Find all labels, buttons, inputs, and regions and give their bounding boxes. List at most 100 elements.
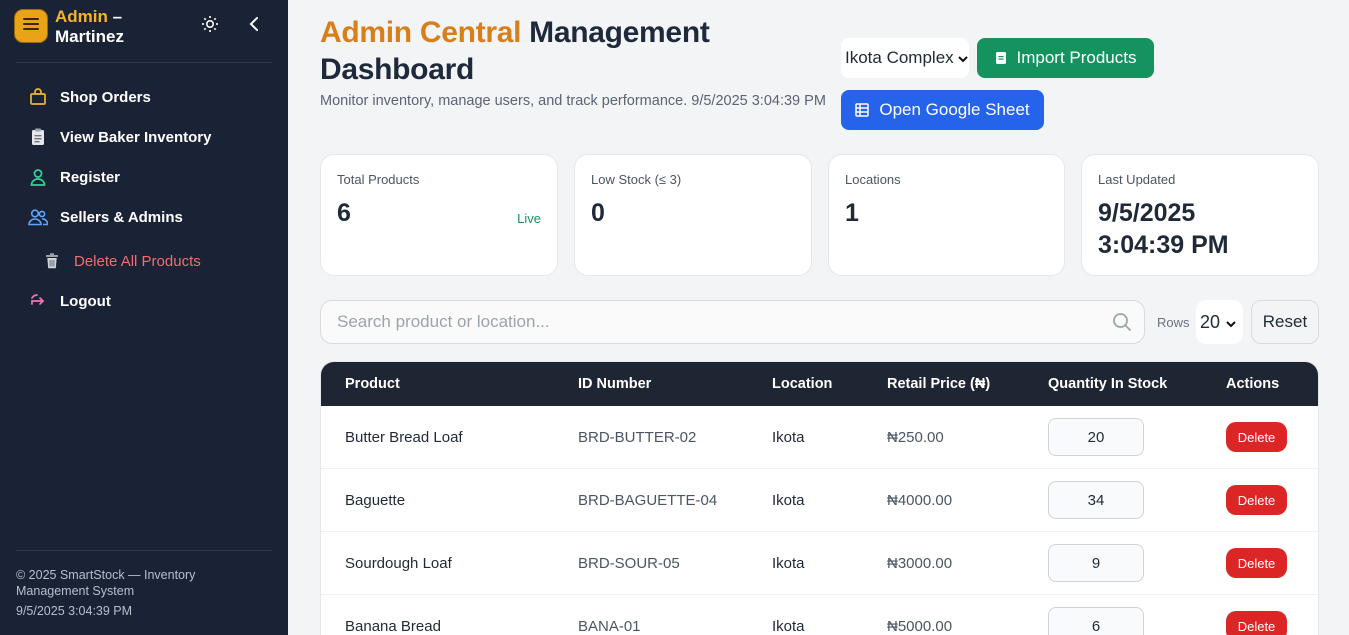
- cell-product: Butter Bread Loaf: [345, 428, 463, 446]
- open-google-sheet-label: Open Google Sheet: [879, 100, 1030, 119]
- search-input[interactable]: [337, 301, 1097, 343]
- column-header-id-number[interactable]: ID Number: [578, 362, 651, 406]
- products-table: Product ID Number Location Retail Price …: [320, 361, 1319, 635]
- collapse-sidebar-button[interactable]: [243, 15, 265, 37]
- sidebar: Admin – Martinez Shop Orders View Baker …: [0, 0, 288, 635]
- chevron-left-icon: [248, 16, 260, 37]
- sidebar-item-label: Delete All Products: [74, 252, 201, 270]
- cell-id-number: BRD-SOUR-05: [578, 554, 680, 572]
- sidebar-item-label: Shop Orders: [60, 88, 151, 106]
- sidebar-item-shop-orders[interactable]: Shop Orders: [28, 85, 151, 109]
- rows-label: Rows: [1157, 315, 1190, 330]
- table-row: Butter Bread Loaf BRD-BUTTER-02 Ikota ₦2…: [321, 406, 1318, 469]
- live-badge: Live: [517, 211, 541, 226]
- brand-name: Admin: [55, 7, 108, 26]
- brand-title: Admin – Martinez: [55, 7, 124, 47]
- cell-price: ₦250.00: [887, 428, 944, 446]
- delete-button[interactable]: Delete: [1226, 548, 1287, 578]
- sidebar-item-sellers-admins[interactable]: Sellers & Admins: [28, 205, 183, 229]
- copyright-text: © 2025 SmartStock — Inventory Management…: [16, 568, 196, 598]
- stat-card-last-updated: Last Updated 9/5/2025 3:04:39 PM: [1081, 154, 1319, 276]
- rows-per-page-value: 20: [1200, 311, 1221, 332]
- stat-card-low-stock: Low Stock (≤ 3) 0: [574, 154, 812, 276]
- cell-price: ₦3000.00: [887, 554, 953, 572]
- sidebar-item-label: Sellers & Admins: [60, 208, 183, 226]
- page-title: Admin Central Management Dashboard: [320, 14, 820, 88]
- column-header-quantity[interactable]: Quantity In Stock: [1048, 362, 1167, 406]
- location-select[interactable]: Ikota Complex: [841, 38, 969, 78]
- cell-id-number: BANA-01: [578, 617, 641, 635]
- chevron-down-icon: [1226, 312, 1236, 333]
- sidebar-divider: [16, 62, 272, 63]
- table-row: Sourdough Loaf BRD-SOUR-05 Ikota ₦3000.0…: [321, 532, 1318, 595]
- cell-product: Banana Bread: [345, 617, 441, 635]
- table-row: Banana Bread BANA-01 Ikota ₦5000.00 6 De…: [321, 595, 1318, 635]
- open-google-sheet-button[interactable]: Open Google Sheet: [841, 90, 1044, 130]
- trash-icon: [42, 251, 62, 271]
- delete-button[interactable]: Delete: [1226, 422, 1287, 452]
- sidebar-item-register[interactable]: Register: [28, 165, 120, 189]
- stat-label: Low Stock (≤ 3): [591, 172, 682, 187]
- brand-dash: –: [107, 7, 123, 26]
- stat-value: 1: [845, 199, 859, 227]
- stat-card-total-products: Total Products 6 Live: [320, 154, 558, 276]
- footer-timestamp: 9/5/2025 3:04:39 PM: [16, 604, 133, 618]
- theme-toggle-button[interactable]: [198, 15, 222, 37]
- cell-location: Ikota: [772, 617, 805, 635]
- cell-id-number: BRD-BUTTER-02: [578, 428, 697, 446]
- last-updated-date: 9/5/2025: [1098, 199, 1196, 227]
- cell-location: Ikota: [772, 554, 805, 572]
- cell-price: ₦5000.00: [887, 617, 953, 635]
- sidebar-item-delete-all-products[interactable]: Delete All Products: [42, 249, 201, 273]
- stat-label: Last Updated: [1098, 172, 1176, 187]
- stat-card-locations: Locations 1: [828, 154, 1065, 276]
- page-subtitle: Monitor inventory, manage users, and tra…: [320, 93, 826, 109]
- column-header-actions: Actions: [1226, 376, 1280, 392]
- brand-user: Martinez: [55, 27, 124, 46]
- column-header-retail-price[interactable]: Retail Price (₦): [887, 362, 990, 406]
- spreadsheet-icon: [855, 103, 870, 117]
- logout-icon: [28, 291, 48, 311]
- clipboard-icon: [28, 127, 48, 147]
- hamburger-icon: [23, 17, 39, 35]
- sidebar-header: Admin – Martinez: [0, 0, 288, 62]
- stat-label: Locations: [845, 172, 901, 187]
- file-icon: [995, 51, 1007, 65]
- sidebar-item-baker-inventory[interactable]: View Baker Inventory: [28, 125, 211, 149]
- cell-price: ₦4000.00: [887, 491, 953, 509]
- location-select-value: Ikota Complex: [845, 48, 954, 67]
- quantity-input[interactable]: 34: [1048, 481, 1144, 519]
- rows-per-page-select[interactable]: 20: [1196, 300, 1243, 344]
- chevron-down-icon: [957, 48, 968, 68]
- users-icon: [28, 207, 48, 227]
- stat-value: 6: [337, 199, 351, 227]
- import-products-button[interactable]: Import Products: [977, 38, 1154, 78]
- shopping-bag-icon: [28, 87, 48, 107]
- cell-id-number: BRD-BAGUETTE-04: [578, 491, 718, 509]
- quantity-input[interactable]: 20: [1048, 418, 1144, 456]
- column-header-location[interactable]: Location: [772, 362, 832, 406]
- search-icon[interactable]: [1112, 312, 1132, 337]
- table-row: Baguette BRD-BAGUETTE-04 Ikota ₦4000.00 …: [321, 469, 1318, 532]
- stat-label: Total Products: [337, 172, 420, 187]
- user-icon: [28, 167, 48, 187]
- sidebar-divider: [16, 550, 272, 551]
- last-updated-time: 3:04:39 PM: [1098, 231, 1229, 259]
- cell-product: Sourdough Loaf: [345, 554, 452, 572]
- quantity-input[interactable]: 9: [1048, 544, 1144, 582]
- main-content: Admin Central Management Dashboard Monit…: [288, 0, 1349, 635]
- quantity-input[interactable]: 6: [1048, 607, 1144, 635]
- stat-value: 0: [591, 199, 605, 227]
- delete-button[interactable]: Delete: [1226, 485, 1287, 515]
- sidebar-item-logout[interactable]: Logout: [28, 289, 111, 313]
- column-header-product[interactable]: Product: [345, 362, 400, 406]
- sidebar-item-label: View Baker Inventory: [60, 128, 212, 146]
- cell-location: Ikota: [772, 428, 805, 446]
- delete-button[interactable]: Delete: [1226, 611, 1287, 635]
- import-products-label: Import Products: [1016, 48, 1137, 67]
- sidebar-item-label: Register: [60, 168, 121, 186]
- menu-toggle-button[interactable]: [14, 9, 48, 43]
- reset-button[interactable]: Reset: [1251, 300, 1319, 344]
- page-title-accent: Admin Central: [320, 16, 522, 49]
- cell-location: Ikota: [772, 491, 805, 509]
